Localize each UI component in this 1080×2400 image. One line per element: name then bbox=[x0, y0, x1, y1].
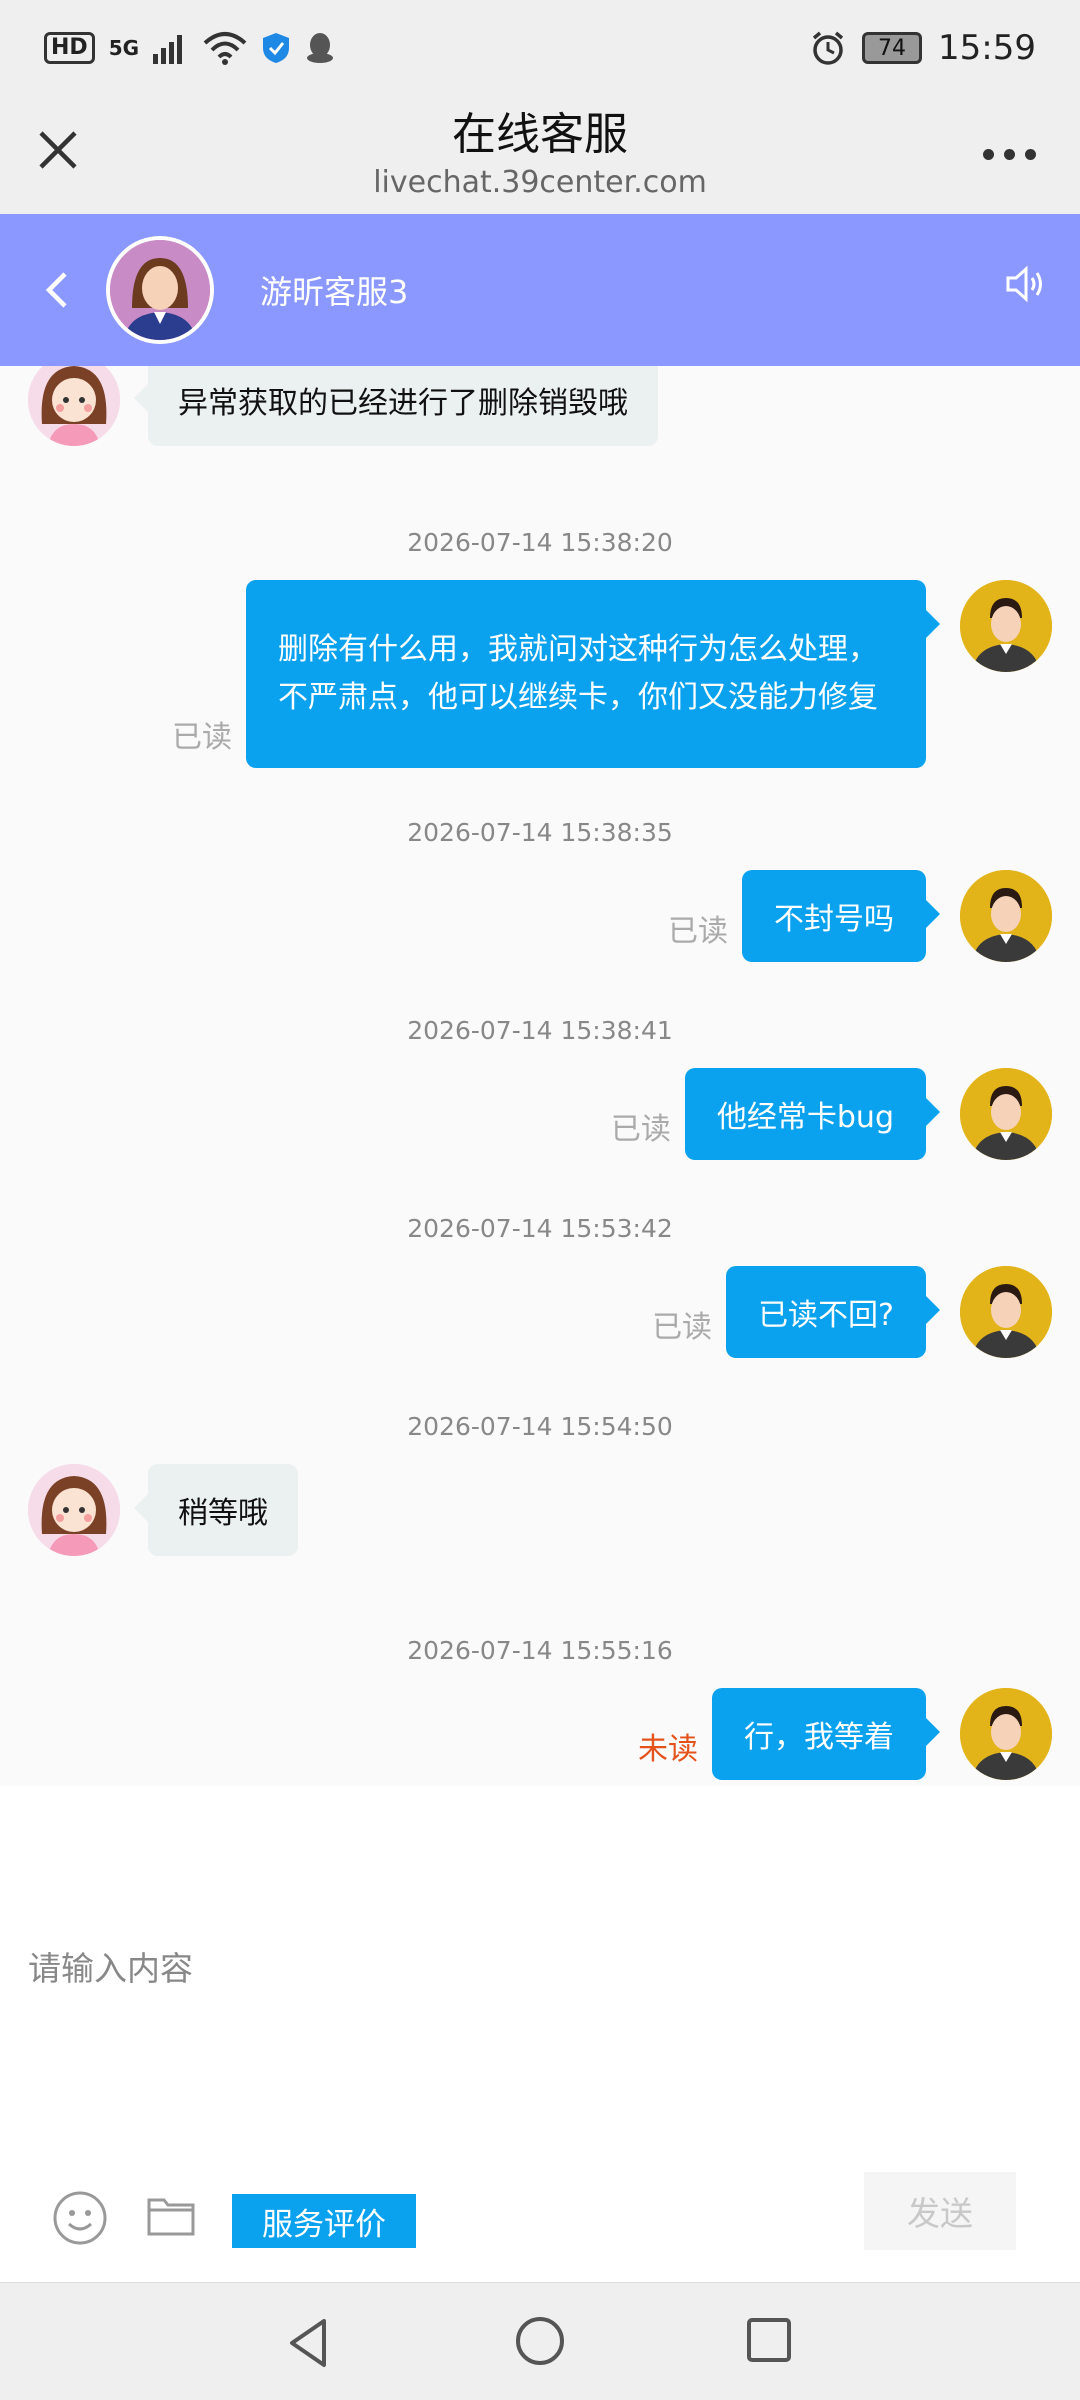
chevron-left-icon bbox=[45, 272, 67, 308]
triangle-back-icon bbox=[290, 2319, 326, 2367]
message-timestamp: 2026-07-14 15:38:20 bbox=[407, 528, 673, 557]
message-right: 已读 不封号吗 bbox=[668, 870, 1052, 962]
composer-toolbar: 服务评价 发送 bbox=[0, 2168, 1080, 2260]
message-input[interactable]: 请输入内容 bbox=[28, 1942, 193, 1990]
read-status: 已读 bbox=[668, 914, 728, 949]
message-right: 已读 他经常卡bug bbox=[611, 1068, 1052, 1160]
user-avatar bbox=[960, 870, 1052, 962]
message-bubble: 他经常卡bug bbox=[684, 1068, 941, 1160]
shield-icon bbox=[263, 33, 290, 63]
clock: 15:59 bbox=[938, 28, 1036, 68]
message-bubble: 已读不回? bbox=[726, 1266, 940, 1358]
service-rating-button[interactable]: 服务评价 bbox=[232, 2194, 416, 2248]
message-bubble: 删除有什么用，我就问对这种行为怎么处理，不严肃点，他可以继续卡，你们又没能力修复 bbox=[246, 580, 940, 768]
circle-home-icon bbox=[516, 2317, 564, 2365]
nav-home-button[interactable] bbox=[512, 2313, 568, 2369]
message-timestamp: 2026-07-14 15:38:41 bbox=[407, 1016, 673, 1045]
signal-icon bbox=[153, 35, 183, 64]
chat-messages: 异常获取的已经进行了删除销毁哦 2026-07-14 15:38:20 已读 删… bbox=[0, 366, 1080, 1786]
send-button[interactable]: 发送 bbox=[864, 2172, 1016, 2250]
more-dot-icon bbox=[1003, 148, 1015, 160]
message-bubble: 行，我等着 bbox=[712, 1688, 940, 1780]
close-button[interactable] bbox=[30, 122, 86, 178]
back-button[interactable] bbox=[26, 260, 86, 320]
unread-status: 未读 bbox=[638, 1732, 698, 1767]
message-composer: 请输入内容 服务评价 发送 bbox=[0, 1786, 1080, 2282]
read-status: 已读 bbox=[172, 720, 232, 755]
page-title: 在线客服 bbox=[452, 109, 628, 160]
message-timestamp: 2026-07-14 15:53:42 bbox=[407, 1214, 673, 1243]
page-url: livechat.39center.com bbox=[373, 165, 707, 200]
qq-icon bbox=[307, 33, 334, 63]
agent-header: 游昕客服3 bbox=[0, 214, 1080, 366]
sound-toggle-button[interactable] bbox=[1002, 262, 1058, 318]
message-bubble: 异常获取的已经进行了删除销毁哦 bbox=[134, 366, 658, 446]
agent-avatar bbox=[106, 236, 214, 344]
agent-name: 游昕客服3 bbox=[260, 273, 409, 311]
more-dot-icon bbox=[1024, 148, 1036, 160]
agent-message-avatar bbox=[28, 366, 120, 446]
hd-badge: HD bbox=[44, 32, 95, 64]
status-bar: HD 5G 74 15:59 bbox=[0, 0, 1080, 96]
alarm-icon bbox=[812, 31, 844, 65]
more-dot-icon bbox=[982, 148, 994, 160]
message-left: 异常获取的已经进行了删除销毁哦 bbox=[28, 366, 658, 446]
system-nav-bar bbox=[0, 2282, 1080, 2400]
message-right: 已读 已读不回? bbox=[652, 1266, 1052, 1358]
message-right: 已读 删除有什么用，我就问对这种行为怎么处理，不严肃点，他可以继续卡，你们又没能… bbox=[172, 580, 1052, 768]
message-bubble: 稍等哦 bbox=[134, 1464, 298, 1556]
browser-title-bar: 在线客服 livechat.39center.com bbox=[0, 96, 1080, 214]
message-timestamp: 2026-07-14 15:54:50 bbox=[407, 1412, 673, 1441]
more-options-button[interactable] bbox=[974, 126, 1044, 182]
user-avatar bbox=[960, 580, 1052, 672]
wifi-icon bbox=[203, 32, 247, 65]
nav-recents-button[interactable] bbox=[744, 2315, 794, 2365]
message-bubble: 不封号吗 bbox=[742, 870, 940, 962]
message-timestamp: 2026-07-14 15:38:35 bbox=[407, 818, 673, 847]
attach-file-button[interactable] bbox=[146, 2194, 196, 2238]
read-status: 已读 bbox=[610, 1112, 671, 1147]
speaker-icon bbox=[1006, 265, 1042, 303]
emoji-button[interactable] bbox=[52, 2190, 108, 2246]
user-avatar bbox=[960, 1266, 1052, 1358]
emoji-icon bbox=[53, 2191, 107, 2245]
message-timestamp: 2026-07-14 15:55:16 bbox=[407, 1636, 673, 1665]
message-right: 未读 行，我等着 bbox=[638, 1688, 1052, 1780]
read-status: 已读 bbox=[652, 1310, 713, 1345]
battery-icon: 74 bbox=[862, 32, 923, 64]
user-avatar bbox=[960, 1688, 1052, 1780]
folder-icon bbox=[147, 2198, 195, 2236]
network-label: 5G bbox=[108, 36, 140, 60]
square-recents-icon bbox=[747, 2318, 791, 2362]
user-avatar bbox=[960, 1068, 1052, 1160]
nav-back-button[interactable] bbox=[280, 2313, 340, 2373]
close-icon bbox=[39, 131, 77, 169]
agent-message-avatar bbox=[28, 1464, 120, 1556]
message-left: 稍等哦 bbox=[28, 1464, 298, 1556]
